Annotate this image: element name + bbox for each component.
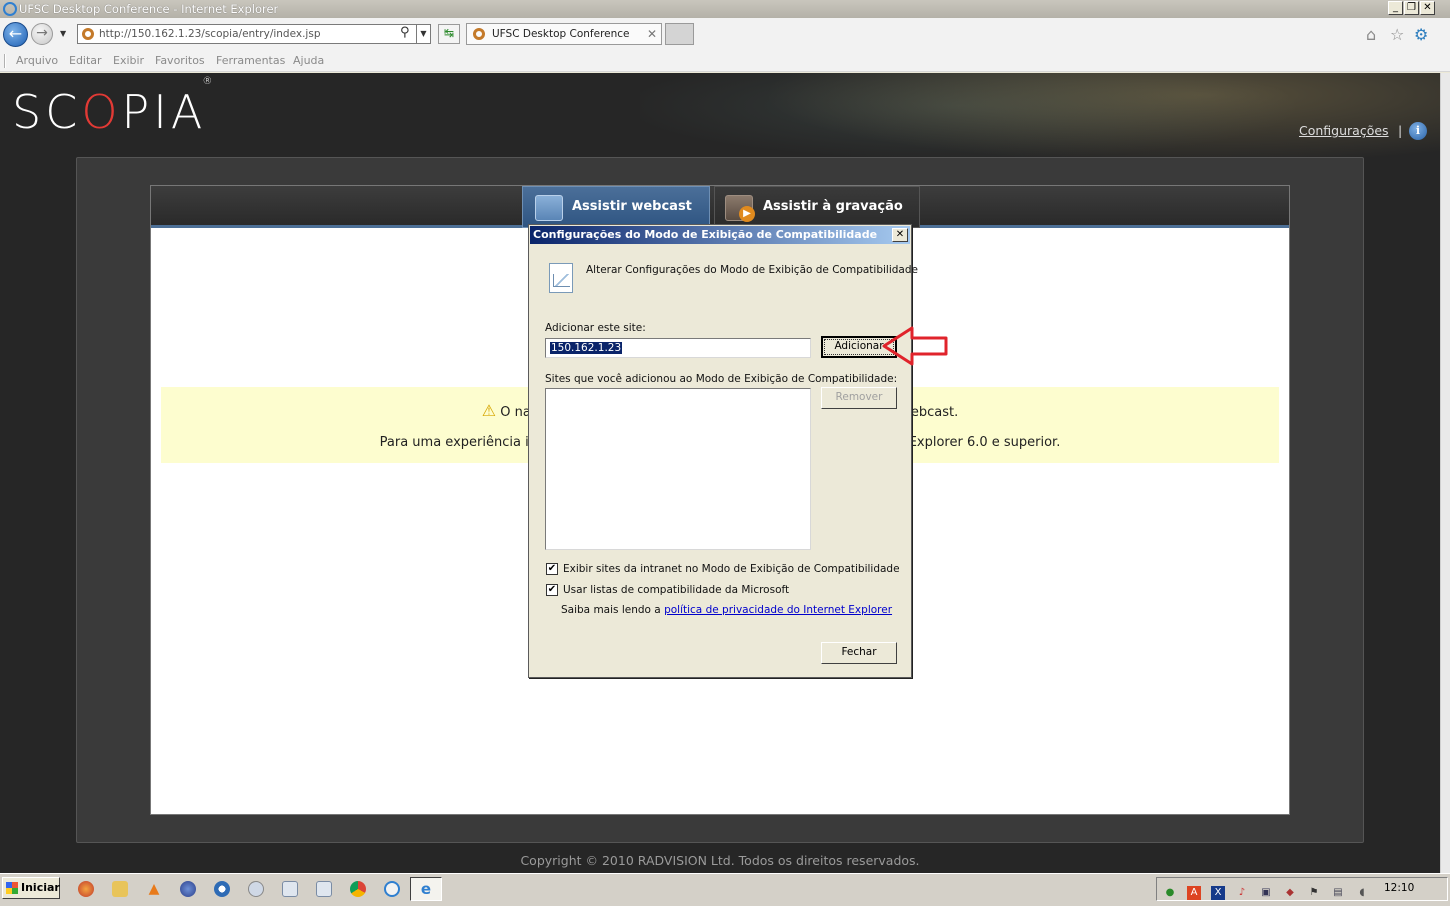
start-label: Iniciar (21, 881, 60, 894)
device-icon[interactable]: ▣ (1259, 886, 1273, 900)
search-app-icon[interactable] (248, 881, 264, 897)
intranet-checkbox-label: Exibir sites da intranet no Modo de Exib… (563, 563, 900, 575)
calculator-icon[interactable] (316, 881, 332, 897)
site-favicon-icon (82, 28, 94, 40)
home-icon[interactable]: ⌂ (1366, 25, 1376, 44)
tools-gear-icon[interactable]: ⚙ (1414, 25, 1428, 44)
recording-icon (725, 195, 755, 222)
privacy-text: Saiba mais lendo a política de privacida… (561, 604, 893, 616)
menu-grip (4, 54, 6, 68)
browser-tab[interactable]: UFSC Desktop Conference ✕ (466, 23, 662, 45)
fechar-button[interactable]: Fechar (821, 642, 897, 664)
address-bar[interactable]: http://150.162.1.23/scopia/entry/index.j… (77, 24, 431, 44)
tab-close-icon[interactable]: ✕ (647, 27, 657, 41)
annotation-arrow-icon (882, 326, 948, 366)
forward-button[interactable]: → (31, 23, 53, 45)
firefox-icon[interactable] (78, 881, 94, 897)
acrobat-icon[interactable]: A (1187, 886, 1201, 900)
back-button[interactable]: ← (3, 22, 28, 47)
compatibility-view-button[interactable]: ↹ (438, 24, 460, 44)
menu-bar: Arquivo Editar Exibir Favoritos Ferramen… (0, 50, 1450, 72)
info-icon[interactable]: i (1409, 122, 1427, 140)
taskbar: Iniciar ▲ e ● A X ♪ ▣ ◆ ⚑ ▤ ◖ 12:10 (0, 873, 1450, 906)
header-separator: | (1398, 123, 1403, 138)
folder-icon[interactable] (112, 881, 128, 897)
chrome-icon[interactable] (350, 881, 366, 897)
sites-list-label: Sites que você adicionou ao Modo de Exib… (545, 373, 898, 385)
page-scrollbar[interactable] (1440, 73, 1450, 873)
flag-icon[interactable]: ⚑ (1307, 886, 1321, 900)
menu-arquivo[interactable]: Arquivo (16, 54, 58, 67)
remover-button[interactable]: Remover (821, 387, 897, 409)
restore-button[interactable]: ❐ (1404, 1, 1419, 15)
monitor-icon[interactable]: ▤ (1331, 886, 1345, 900)
taskbar-ie-window[interactable]: e (410, 877, 442, 901)
menu-ajuda[interactable]: Ajuda (293, 54, 324, 67)
dialog-title-bar: Configurações do Modo de Exibição de Com… (530, 226, 910, 244)
tab-label: Assistir à gravação (763, 199, 903, 214)
search-icon[interactable]: ⚲ (400, 25, 410, 40)
tab-favicon-icon (473, 28, 485, 40)
menu-ferramentas[interactable]: Ferramentas (216, 54, 285, 67)
speaker-alert-icon[interactable]: ♪ (1235, 886, 1249, 900)
microsoft-lists-checkbox-label: Usar listas de compatibilidade da Micros… (563, 584, 790, 596)
minimize-button[interactable]: _ (1388, 1, 1403, 15)
tab-title: UFSC Desktop Conference (492, 28, 630, 40)
site-input[interactable]: 150.162.1.23 (545, 338, 811, 358)
ie-quicklaunch-icon[interactable] (384, 881, 400, 897)
microsoft-lists-checkbox[interactable]: ✔ (546, 584, 558, 596)
site-input-value[interactable]: 150.162.1.23 (550, 342, 623, 354)
compatibility-view-dialog: Configurações do Modo de Exibição de Com… (528, 224, 918, 678)
dialog-header-text: Alterar Configurações do Modo de Exibiçã… (586, 264, 918, 276)
webcast-icon (535, 195, 563, 221)
warning-icon: ⚠ (481, 401, 497, 420)
configuracoes-link[interactable]: Configurações (1299, 123, 1389, 138)
address-url[interactable]: http://150.162.1.23/scopia/entry/index.j… (99, 28, 320, 40)
volume-icon[interactable]: ◖ (1355, 886, 1369, 900)
tab-label: Assistir webcast (572, 199, 692, 214)
dialog-title: Configurações do Modo de Exibição de Com… (533, 228, 878, 241)
start-button[interactable]: Iniciar (2, 877, 60, 899)
menu-favoritos[interactable]: Favoritos (155, 54, 205, 67)
panel-tab-strip: Assistir webcast Assistir à gravação (151, 186, 1289, 228)
dialog-close-button[interactable]: ✕ (892, 228, 908, 242)
menu-exibir[interactable]: Exibir (113, 54, 144, 67)
document-icon[interactable] (282, 881, 298, 897)
privacy-policy-link[interactable]: política de privacidade do Internet Expl… (664, 604, 892, 616)
clock[interactable]: 12:10 (1384, 882, 1414, 894)
compat-sites-list[interactable] (545, 388, 811, 550)
network-icon[interactable]: ● (1163, 886, 1177, 900)
vlc-icon[interactable]: ▲ (146, 881, 162, 897)
recorder-icon[interactable]: ◆ (1283, 886, 1297, 900)
add-site-label: Adicionar este site: (545, 322, 646, 334)
windows-flag-icon (6, 882, 18, 894)
compatibility-document-icon (549, 263, 573, 293)
tab-assistir-gravacao[interactable]: Assistir à gravação (714, 186, 920, 228)
recent-pages-dropdown-icon[interactable]: ▼ (60, 29, 66, 38)
close-window-button[interactable]: ✕ (1420, 1, 1435, 15)
security-icon[interactable]: X (1211, 886, 1225, 900)
menu-editar[interactable]: Editar (69, 54, 102, 67)
address-dropdown-icon[interactable]: ▼ (416, 25, 430, 43)
ie-icon (3, 2, 17, 16)
window-title-bar: UFSC Desktop Conference - Internet Explo… (0, 0, 1450, 18)
copyright-footer: Copyright © 2010 RADVISION Ltd. Todos os… (520, 853, 920, 868)
scopia-logo: SCOPIA® (12, 75, 217, 139)
favorites-icon[interactable]: ☆ (1390, 25, 1404, 44)
browser-icon[interactable] (180, 881, 196, 897)
intranet-checkbox[interactable]: ✔ (546, 563, 558, 575)
new-tab-button[interactable] (665, 23, 694, 45)
window-title: UFSC Desktop Conference - Internet Explo… (19, 2, 279, 16)
tab-assistir-webcast[interactable]: Assistir webcast (522, 186, 710, 228)
app-icon[interactable] (214, 881, 230, 897)
